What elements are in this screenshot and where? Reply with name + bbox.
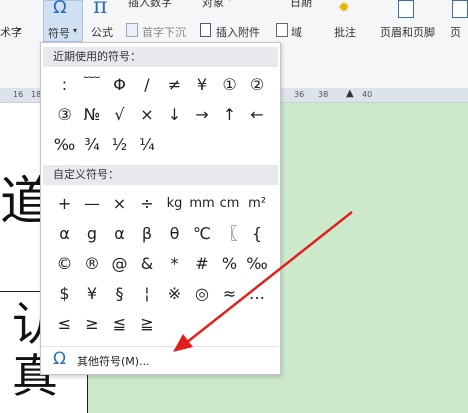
attachment-icon bbox=[200, 23, 211, 37]
symbol-cell[interactable]: ≤ bbox=[51, 310, 78, 338]
symbol-cell[interactable]: { bbox=[244, 220, 271, 248]
formula-label: 公式 bbox=[91, 26, 113, 39]
symbol-cell[interactable]: ‰ bbox=[51, 131, 78, 159]
symbol-cell[interactable]: ¦ bbox=[134, 280, 161, 308]
symbol-cell[interactable]: & bbox=[134, 250, 161, 278]
symbol-cell[interactable]: ÷ bbox=[134, 190, 161, 218]
symbol-cell[interactable]: ¾ bbox=[79, 131, 106, 159]
symbol-cell[interactable]: → bbox=[189, 101, 216, 129]
symbol-cell[interactable]: 〖 bbox=[216, 220, 243, 248]
symbol-cell[interactable]: ¥ bbox=[79, 280, 106, 308]
symbol-cell[interactable]: ≥ bbox=[79, 310, 106, 338]
pi-icon: π bbox=[93, 0, 108, 19]
symbol-cell[interactable]: ½ bbox=[106, 131, 133, 159]
object-button[interactable]: 对象 ▾ bbox=[198, 0, 248, 9]
symbol-cell[interactable]: α bbox=[106, 220, 133, 248]
field-icon bbox=[276, 23, 288, 37]
insert-number-button[interactable]: 插入数字 bbox=[124, 0, 194, 9]
symbol-cell[interactable]: ↓ bbox=[161, 101, 188, 129]
field-button[interactable]: 域 bbox=[276, 23, 308, 40]
omega-icon: Ω bbox=[53, 349, 66, 369]
custom-symbols-header: 自定义符号： bbox=[43, 165, 278, 185]
symbol-cell[interactable]: ≈ bbox=[216, 280, 243, 308]
recent-symbols-header: 近期使用的符号： bbox=[43, 47, 278, 67]
date-button[interactable]: 日期 bbox=[280, 0, 320, 9]
more-symbols-button[interactable]: Ω 其他符号(M)... bbox=[41, 346, 278, 373]
symbol-cell[interactable]: ③ bbox=[51, 101, 78, 129]
symbol-cell[interactable]: @ bbox=[106, 250, 133, 278]
symbol-cell[interactable]: ﹋ bbox=[79, 71, 106, 99]
symbol-cell[interactable]: θ bbox=[161, 220, 188, 248]
page-button[interactable]: 页 bbox=[448, 0, 468, 42]
symbol-cell[interactable]: ≦ bbox=[106, 310, 133, 338]
symbol-dropdown: 近期使用的符号： : ﹋ Φ / ≠ ¥ ① ② ③ № √ × ↓ → ↑ ← ‰ ¾ ½ ¼ 自定义符号： + — ×… bbox=[40, 42, 281, 375]
insert-attachment-button[interactable]: 插入附件 bbox=[198, 23, 282, 40]
symbol-cell[interactable]: ¥ bbox=[189, 71, 216, 99]
symbol-label: 符号 bbox=[48, 27, 70, 40]
wordart-arrow-icon[interactable]: ▾ bbox=[17, 26, 21, 34]
symbol-cell[interactable]: % bbox=[216, 250, 243, 278]
symbol-button[interactable]: Ω 符号 ▾ bbox=[43, 0, 83, 42]
dropcap-button[interactable]: 首字下沉 bbox=[124, 23, 196, 40]
symbol-cell[interactable]: — bbox=[79, 190, 106, 218]
page-icon bbox=[452, 0, 468, 18]
dropcap-icon bbox=[126, 23, 138, 37]
header-footer-icon bbox=[398, 0, 414, 18]
indent-marker-icon[interactable]: ▲ bbox=[346, 88, 354, 99]
symbol-cell[interactable]: ① bbox=[216, 71, 243, 99]
symbol-cell[interactable]: ↑ bbox=[216, 101, 243, 129]
symbol-cell[interactable]: g bbox=[79, 220, 106, 248]
symbol-cell[interactable]: ※ bbox=[161, 280, 188, 308]
symbol-cell[interactable]: + bbox=[51, 190, 78, 218]
symbol-cell[interactable]: © bbox=[51, 250, 78, 278]
object-dropdown-icon: ▾ bbox=[228, 0, 232, 3]
symbol-cell[interactable]: m² bbox=[244, 190, 271, 218]
symbol-cell[interactable]: * bbox=[161, 250, 188, 278]
symbol-cell[interactable]: § bbox=[106, 280, 133, 308]
symbol-cell[interactable]: Φ bbox=[106, 71, 133, 99]
comment-icon: ✸ bbox=[338, 0, 350, 16]
symbol-cell[interactable]: … bbox=[244, 280, 271, 308]
symbol-cell[interactable]: ‰ bbox=[244, 250, 271, 278]
symbol-cell[interactable]: ¼ bbox=[134, 131, 161, 159]
symbol-cell[interactable]: ← bbox=[244, 101, 271, 129]
symbol-cell[interactable]: × bbox=[134, 101, 161, 129]
symbol-cell[interactable]: ≠ bbox=[161, 71, 188, 99]
more-symbols-label: 其他符号(M)... bbox=[77, 355, 150, 368]
symbol-cell[interactable]: № bbox=[79, 101, 106, 129]
symbol-cell[interactable]: kg bbox=[161, 190, 188, 218]
symbol-cell[interactable]: ◎ bbox=[189, 280, 216, 308]
symbol-cell[interactable]: cm bbox=[216, 190, 243, 218]
symbol-cell[interactable]: # bbox=[189, 250, 216, 278]
symbol-cell[interactable]: $ bbox=[51, 280, 78, 308]
symbol-cell[interactable]: α bbox=[51, 220, 78, 248]
symbol-cell[interactable]: ℃ bbox=[189, 220, 216, 248]
symbol-cell[interactable]: / bbox=[134, 71, 161, 99]
symbol-cell[interactable]: × bbox=[106, 190, 133, 218]
omega-icon: Ω bbox=[53, 0, 67, 18]
symbol-cell[interactable]: ② bbox=[244, 71, 271, 99]
symbol-cell[interactable]: ® bbox=[79, 250, 106, 278]
comment-button[interactable]: ✸ 批注 bbox=[330, 0, 364, 42]
header-footer-button[interactable]: 页眉和页脚 bbox=[376, 0, 440, 42]
symbol-cell[interactable]: mm bbox=[189, 190, 216, 218]
symbol-cell[interactable]: √ bbox=[106, 101, 133, 129]
symbol-cell[interactable]: : bbox=[51, 71, 78, 99]
symbol-cell[interactable]: β bbox=[134, 220, 161, 248]
symbol-cell[interactable]: ≧ bbox=[134, 310, 161, 338]
symbol-dropdown-icon: ▾ bbox=[73, 26, 78, 35]
formula-button[interactable]: π 公式 bbox=[88, 0, 122, 42]
